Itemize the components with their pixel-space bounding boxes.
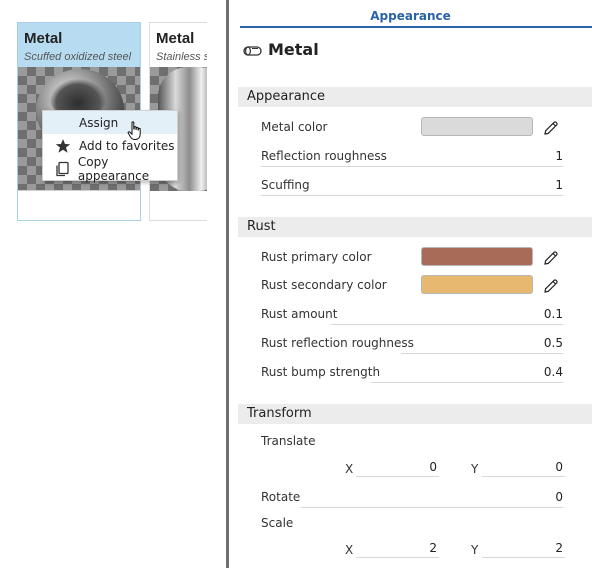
copy-icon [54, 161, 71, 177]
rust-reflection-roughness-value[interactable]: 0.5 [544, 336, 563, 350]
field-underline [371, 382, 563, 383]
rust-secondary-color-swatch[interactable] [421, 275, 533, 294]
tab-appearance[interactable]: Appearance [229, 0, 592, 28]
appearance-library-panel: Metal Scuffed oxidized steel Metal Stain… [0, 0, 226, 568]
section-header-appearance[interactable]: Appearance [238, 87, 592, 107]
section-title: Transform [247, 406, 312, 421]
pencil-icon[interactable] [543, 120, 559, 136]
axis-label-x: X [345, 543, 354, 557]
rust-reflection-roughness-label: Rust reflection roughness [261, 336, 414, 350]
field-underline [356, 459, 439, 477]
rotate-value[interactable]: 0 [555, 490, 563, 504]
scale-y-field[interactable]: Y 2 [471, 540, 565, 560]
pencil-icon[interactable] [543, 278, 559, 294]
field-underline [401, 353, 563, 354]
card-context-menu: Assign Add to favorites Copy appearance [42, 110, 178, 183]
rust-bump-strength-label: Rust bump strength [261, 365, 381, 379]
card-title: Metal [156, 30, 195, 47]
card-header: Metal Scuffed oxidized steel [18, 23, 140, 67]
field-underline [331, 324, 563, 325]
field-underline [356, 540, 439, 558]
menu-item-label: Copy appearance [77, 154, 150, 183]
scale-label: Scale [261, 516, 294, 530]
scuffing-row[interactable]: Scuffing 1 [261, 174, 563, 196]
field-underline [301, 507, 563, 508]
section-header-transform[interactable]: Transform [238, 404, 592, 424]
hand-pointer-icon [127, 121, 143, 145]
card-title: Metal [24, 30, 63, 47]
rotate-row[interactable]: Rotate 0 [261, 486, 563, 508]
card-header: Metal Stainless steel [150, 23, 207, 67]
scale-x-value[interactable]: 2 [429, 541, 437, 555]
translate-label: Translate [261, 434, 316, 448]
card-subtitle: Scuffed oxidized steel [24, 51, 132, 63]
section-header-rust[interactable]: Rust [238, 217, 592, 237]
scuffing-label: Scuffing [261, 178, 310, 192]
menu-item-assign[interactable]: Assign [43, 111, 177, 134]
material-title: Metal [243, 40, 319, 59]
reflection-roughness-value[interactable]: 1 [555, 149, 563, 163]
card-subtitle: Stainless steel [156, 51, 207, 63]
reflection-roughness-row[interactable]: Reflection roughness 1 [261, 145, 563, 167]
metal-color-swatch[interactable] [421, 117, 533, 136]
scale-x-field[interactable]: X 2 [345, 540, 439, 560]
translate-y-value[interactable]: 0 [555, 460, 563, 474]
section-title: Rust [247, 219, 276, 234]
field-underline [261, 195, 563, 196]
axis-label-y: Y [471, 543, 479, 557]
rust-amount-row[interactable]: Rust amount 0.1 [261, 303, 563, 325]
scuffing-value[interactable]: 1 [555, 178, 563, 192]
translate-x-field[interactable]: X 0 [345, 459, 439, 479]
pencil-icon[interactable] [543, 250, 559, 266]
rust-bump-strength-row[interactable]: Rust bump strength 0.4 [261, 361, 563, 383]
rust-amount-label: Rust amount [261, 307, 338, 321]
field-underline [261, 166, 563, 167]
reflection-roughness-label: Reflection roughness [261, 149, 387, 163]
translate-y-field[interactable]: Y 0 [471, 459, 565, 479]
appearance-properties-panel: Appearance Metal Appearance Metal color … [229, 0, 592, 568]
star-icon [54, 138, 72, 154]
metal-color-label: Metal color [261, 120, 328, 134]
menu-item-copy-appearance[interactable]: Copy appearance [43, 154, 177, 183]
axis-label-x: X [345, 462, 354, 476]
translate-x-value[interactable]: 0 [429, 460, 437, 474]
field-underline [482, 540, 565, 558]
rust-primary-color-swatch[interactable] [421, 247, 533, 266]
section-title: Appearance [247, 89, 326, 104]
axis-label-y: Y [471, 462, 479, 476]
menu-item-label: Assign [79, 115, 119, 130]
material-title-text: Metal [268, 40, 319, 59]
rotate-label: Rotate [261, 490, 301, 504]
rust-secondary-color-label: Rust secondary color [261, 278, 387, 292]
scale-y-value[interactable]: 2 [555, 541, 563, 555]
field-underline [482, 459, 565, 477]
rust-primary-color-label: Rust primary color [261, 250, 372, 264]
rust-reflection-roughness-row[interactable]: Rust reflection roughness 0.5 [261, 332, 563, 354]
material-icon [243, 43, 263, 57]
tab-label: Appearance [370, 9, 451, 23]
tab-underline [240, 26, 592, 28]
rust-amount-value[interactable]: 0.1 [544, 307, 563, 321]
rust-bump-strength-value[interactable]: 0.4 [544, 365, 563, 379]
